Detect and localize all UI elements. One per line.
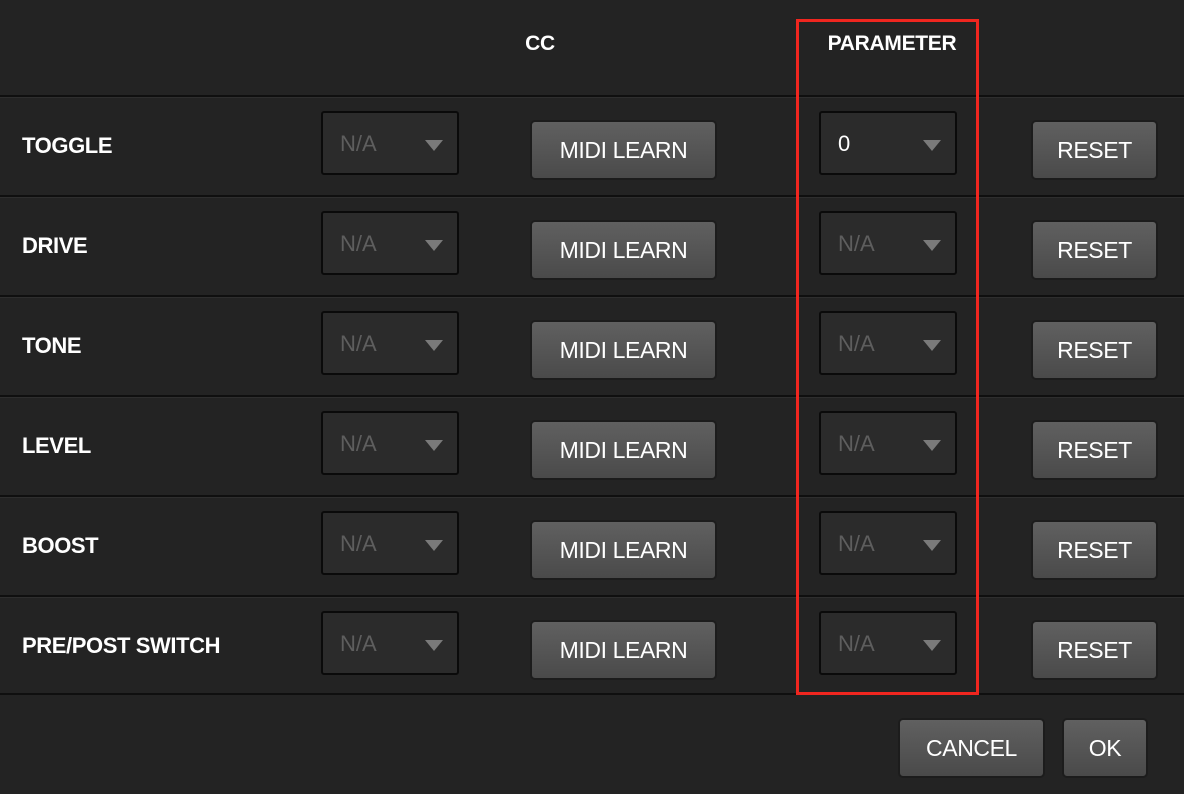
- dropdown-arrow-icon: [923, 440, 941, 451]
- reset-button[interactable]: RESET: [1031, 520, 1158, 580]
- parameter-select-value: N/A: [838, 531, 875, 556]
- dropdown-arrow-icon: [923, 540, 941, 551]
- parameter-select-value: N/A: [838, 231, 875, 256]
- cc-select[interactable]: N/A: [321, 611, 459, 675]
- midi-learn-button[interactable]: MIDI LEARN: [530, 220, 717, 280]
- control-label: LEVEL: [22, 433, 91, 458]
- parameter-select[interactable]: N/A: [819, 411, 957, 475]
- mapping-row: TONE N/A MIDI LEARN N/A RESET: [0, 295, 1184, 395]
- ok-button[interactable]: OK: [1062, 718, 1148, 778]
- cc-select-value: N/A: [340, 531, 377, 556]
- mapping-row: BOOST N/A MIDI LEARN N/A RESET: [0, 495, 1184, 595]
- reset-button[interactable]: RESET: [1031, 120, 1158, 180]
- reset-button[interactable]: RESET: [1031, 220, 1158, 280]
- cc-select[interactable]: N/A: [321, 111, 459, 175]
- cc-select[interactable]: N/A: [321, 311, 459, 375]
- parameter-select[interactable]: N/A: [819, 211, 957, 275]
- mapping-row: LEVEL N/A MIDI LEARN N/A RESET: [0, 395, 1184, 495]
- dropdown-arrow-icon: [425, 240, 443, 251]
- midi-learn-button[interactable]: MIDI LEARN: [530, 520, 717, 580]
- parameter-select[interactable]: N/A: [819, 511, 957, 575]
- dropdown-arrow-icon: [425, 640, 443, 651]
- dropdown-arrow-icon: [923, 640, 941, 651]
- cancel-button[interactable]: CANCEL: [898, 718, 1045, 778]
- cc-select-value: N/A: [340, 331, 377, 356]
- divider: [0, 693, 1184, 695]
- cc-select[interactable]: N/A: [321, 511, 459, 575]
- parameter-select-value: 0: [838, 131, 851, 156]
- midi-learn-button[interactable]: MIDI LEARN: [530, 420, 717, 480]
- control-label: TOGGLE: [22, 133, 113, 158]
- control-label: DRIVE: [22, 233, 88, 258]
- parameter-select-value: N/A: [838, 331, 875, 356]
- reset-button[interactable]: RESET: [1031, 620, 1158, 680]
- control-label: PRE/POST SWITCH: [22, 633, 221, 658]
- dropdown-arrow-icon: [923, 140, 941, 151]
- parameter-select[interactable]: 0: [819, 111, 957, 175]
- reset-button[interactable]: RESET: [1031, 420, 1158, 480]
- parameter-select[interactable]: N/A: [819, 311, 957, 375]
- mapping-row: DRIVE N/A MIDI LEARN N/A RESET: [0, 195, 1184, 295]
- cc-select-value: N/A: [340, 631, 377, 656]
- midi-learn-button[interactable]: MIDI LEARN: [530, 120, 717, 180]
- dropdown-arrow-icon: [923, 240, 941, 251]
- cc-select-value: N/A: [340, 131, 377, 156]
- parameter-column-header: PARAMETER: [827, 32, 957, 55]
- cc-select[interactable]: N/A: [321, 411, 459, 475]
- cc-select-value: N/A: [340, 231, 377, 256]
- midi-learn-button[interactable]: MIDI LEARN: [530, 620, 717, 680]
- cc-select-value: N/A: [340, 431, 377, 456]
- control-label: BOOST: [22, 533, 99, 558]
- parameter-select[interactable]: N/A: [819, 611, 957, 675]
- dropdown-arrow-icon: [425, 140, 443, 151]
- cc-column-header: CC: [525, 32, 555, 55]
- mapping-row: PRE/POST SWITCH N/A MIDI LEARN N/A RESET: [0, 595, 1184, 695]
- control-label: TONE: [22, 333, 82, 358]
- cc-select[interactable]: N/A: [321, 211, 459, 275]
- midi-learn-button[interactable]: MIDI LEARN: [530, 320, 717, 380]
- mapping-row: TOGGLE N/A MIDI LEARN 0 RESET: [0, 95, 1184, 195]
- dropdown-arrow-icon: [425, 540, 443, 551]
- reset-button[interactable]: RESET: [1031, 320, 1158, 380]
- dropdown-arrow-icon: [425, 440, 443, 451]
- dropdown-arrow-icon: [923, 340, 941, 351]
- dropdown-arrow-icon: [425, 340, 443, 351]
- parameter-select-value: N/A: [838, 631, 875, 656]
- parameter-select-value: N/A: [838, 431, 875, 456]
